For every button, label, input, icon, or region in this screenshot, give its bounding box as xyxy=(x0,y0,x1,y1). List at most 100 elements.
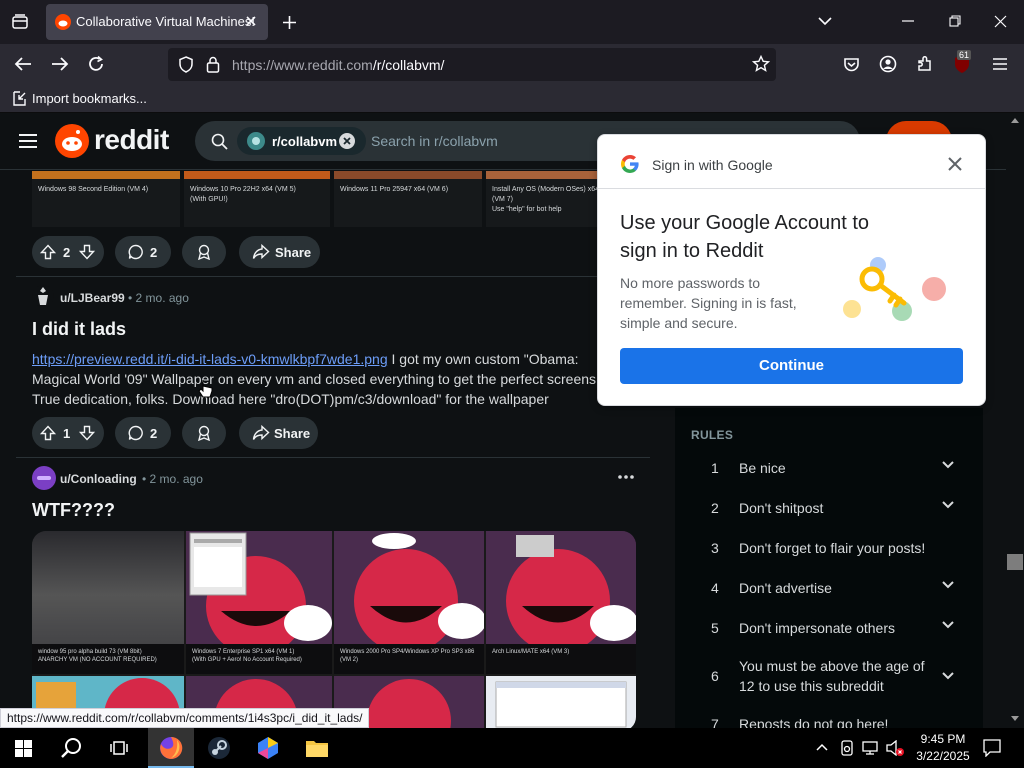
steam-icon[interactable] xyxy=(207,736,231,760)
reload-icon[interactable] xyxy=(87,55,105,73)
volume-muted-icon[interactable] xyxy=(886,740,904,756)
import-bookmarks-link[interactable]: Import bookmarks... xyxy=(32,91,147,106)
rule-number: 5 xyxy=(711,620,719,636)
post-title[interactable]: I did it lads xyxy=(32,319,126,340)
share-button[interactable]: Share xyxy=(239,236,320,268)
rule-item[interactable]: 2 Don't shitpost xyxy=(675,492,983,532)
continue-button[interactable]: Continue xyxy=(620,348,963,384)
close-window-icon[interactable] xyxy=(994,15,1007,28)
task-view-icon[interactable] xyxy=(110,739,128,757)
show-hidden-icons-chevron[interactable] xyxy=(816,743,828,751)
scrollbar-thumb[interactable] xyxy=(1007,554,1023,570)
reddit-logo-icon[interactable] xyxy=(55,124,89,158)
extensions-icon[interactable] xyxy=(916,55,934,73)
comments-button[interactable]: 2 xyxy=(115,236,171,268)
award-button[interactable] xyxy=(182,417,226,449)
post-gallery[interactable]: window 95 pro alpha build 73 (VM 8bit) A… xyxy=(32,531,636,728)
key-illustration-icon xyxy=(832,251,956,327)
rule-item[interactable]: 1 Be nice xyxy=(675,452,983,492)
rule-item[interactable]: 3 Don't forget to flair your posts! xyxy=(675,532,983,572)
post-title[interactable]: WTF???? xyxy=(32,500,115,521)
bookmark-star-icon[interactable] xyxy=(752,55,770,73)
chevron-down-icon[interactable] xyxy=(942,621,954,629)
rule-item[interactable]: 6 You must be above the age of 12 to use… xyxy=(675,654,983,698)
restore-icon[interactable] xyxy=(949,15,961,27)
back-icon[interactable] xyxy=(14,56,32,72)
post-link[interactable]: https://preview.redd.it/i-did-it-lads-v0… xyxy=(32,351,388,367)
comments-button[interactable]: 2 xyxy=(115,417,171,449)
scroll-up-arrow-icon[interactable] xyxy=(1011,118,1019,123)
chevron-down-icon[interactable] xyxy=(942,581,954,589)
close-icon[interactable] xyxy=(948,157,962,171)
taskbar-search-icon[interactable] xyxy=(61,737,83,759)
browser-tab[interactable]: Collaborative Virtual Machines! xyxy=(46,4,268,40)
chevron-down-icon[interactable] xyxy=(942,461,954,469)
user-avatar-icon[interactable] xyxy=(32,285,54,307)
list-all-tabs-icon[interactable] xyxy=(818,16,832,26)
system-clock[interactable]: 9:45 PM 3/22/2025 xyxy=(912,731,974,765)
gallery-image[interactable]: Windows 7 Enterprise SP1 x64 (VM 1) (Wit… xyxy=(186,531,332,674)
rule-item[interactable]: 4 Don't advertise xyxy=(675,572,983,612)
tray-device-icon[interactable] xyxy=(840,740,854,756)
taskbar-firefox-active[interactable] xyxy=(148,728,194,768)
upvote-icon[interactable] xyxy=(40,425,56,441)
app-icon[interactable] xyxy=(256,736,280,760)
url-text[interactable]: https://www.reddit.com/r/collabvm/ xyxy=(232,57,444,73)
gallery-image[interactable]: Arch Linux/MATE x64 (VM 3) xyxy=(486,531,636,674)
scroll-down-arrow-icon[interactable] xyxy=(1011,716,1019,721)
search-icon xyxy=(211,133,228,150)
rule-text: Reposts do not go here! xyxy=(739,716,889,728)
tab-list-icon[interactable] xyxy=(11,13,29,31)
chevron-down-icon[interactable] xyxy=(942,672,954,680)
gallery-image[interactable] xyxy=(486,676,636,728)
status-bar-url: https://www.reddit.com/r/collabvm/commen… xyxy=(0,708,370,728)
chevron-down-icon[interactable] xyxy=(942,501,954,509)
tracking-shield-icon[interactable] xyxy=(178,56,194,73)
post-age: • 2 mo. ago xyxy=(142,472,203,486)
gallery-image[interactable]: Windows 2000 Pro SP4/Windows XP Pro SP3 … xyxy=(334,531,484,674)
post-author[interactable]: u/Conloading xyxy=(60,472,137,486)
hamburger-menu-icon[interactable] xyxy=(18,133,38,149)
reddit-wordmark[interactable]: reddit xyxy=(94,124,169,156)
account-icon[interactable] xyxy=(879,55,897,73)
rule-number: 3 xyxy=(711,540,719,556)
gallery-caption: Windows 7 Enterprise SP1 x64 (VM 1) (Wit… xyxy=(186,644,332,674)
file-explorer-icon[interactable] xyxy=(305,738,329,758)
tab-close-icon[interactable] xyxy=(244,14,258,28)
menu-icon[interactable] xyxy=(992,57,1008,71)
address-bar[interactable]: https://www.reddit.com/r/collabvm/ xyxy=(168,48,776,81)
gallery-thumb[interactable]: Windows 11 Pro 25947 x64 (VM 6) xyxy=(334,171,482,227)
downvote-icon[interactable] xyxy=(79,244,95,260)
rule-item[interactable]: 7 Reposts do not go here! xyxy=(675,712,983,728)
forward-icon[interactable] xyxy=(51,56,69,72)
minimize-icon[interactable] xyxy=(902,20,914,22)
lock-icon[interactable] xyxy=(206,56,220,73)
gallery-thumb[interactable]: Windows 10 Pro 22H2 x64 (VM 5) (With GPU… xyxy=(184,171,330,227)
windows-start-icon[interactable] xyxy=(15,740,32,757)
gallery-caption: Arch Linux/MATE x64 (VM 3) xyxy=(486,644,636,674)
subreddit-chip[interactable]: r/collabvm xyxy=(237,127,366,155)
page-scrollbar[interactable] xyxy=(1006,114,1024,728)
pocket-icon[interactable] xyxy=(843,56,860,73)
network-icon[interactable] xyxy=(862,740,880,756)
top-post-gallery[interactable]: Windows 98 Second Edition (VM 4) Windows… xyxy=(32,171,636,227)
post-author[interactable]: u/LJBear99 xyxy=(60,291,125,305)
action-center-icon[interactable] xyxy=(983,739,1001,757)
gallery-image[interactable]: window 95 pro alpha build 73 (VM 8bit) A… xyxy=(32,531,184,674)
upvote-icon[interactable] xyxy=(40,244,56,260)
comment-icon xyxy=(128,425,144,441)
gallery-thumb[interactable]: Windows 98 Second Edition (VM 4) xyxy=(32,171,180,227)
new-tab-icon[interactable] xyxy=(282,15,297,30)
more-options-icon[interactable] xyxy=(618,475,634,479)
user-avatar-icon[interactable] xyxy=(32,466,56,490)
post-body[interactable]: https://preview.redd.it/i-did-it-lads-v0… xyxy=(32,349,632,409)
rule-text: Don't impersonate others xyxy=(739,620,895,636)
award-button[interactable] xyxy=(182,236,226,268)
downvote-icon[interactable] xyxy=(79,425,95,441)
gallery-caption-text: Windows 7 Enterprise SP1 x64 (VM 1) (Wit… xyxy=(192,649,302,663)
award-icon xyxy=(196,425,212,441)
google-signin-popup: Sign in with Google Use your Google Acco… xyxy=(597,134,986,406)
rule-item[interactable]: 5 Don't impersonate others xyxy=(675,612,983,652)
share-button[interactable]: Share xyxy=(239,417,318,449)
chip-clear-icon[interactable] xyxy=(339,133,355,149)
